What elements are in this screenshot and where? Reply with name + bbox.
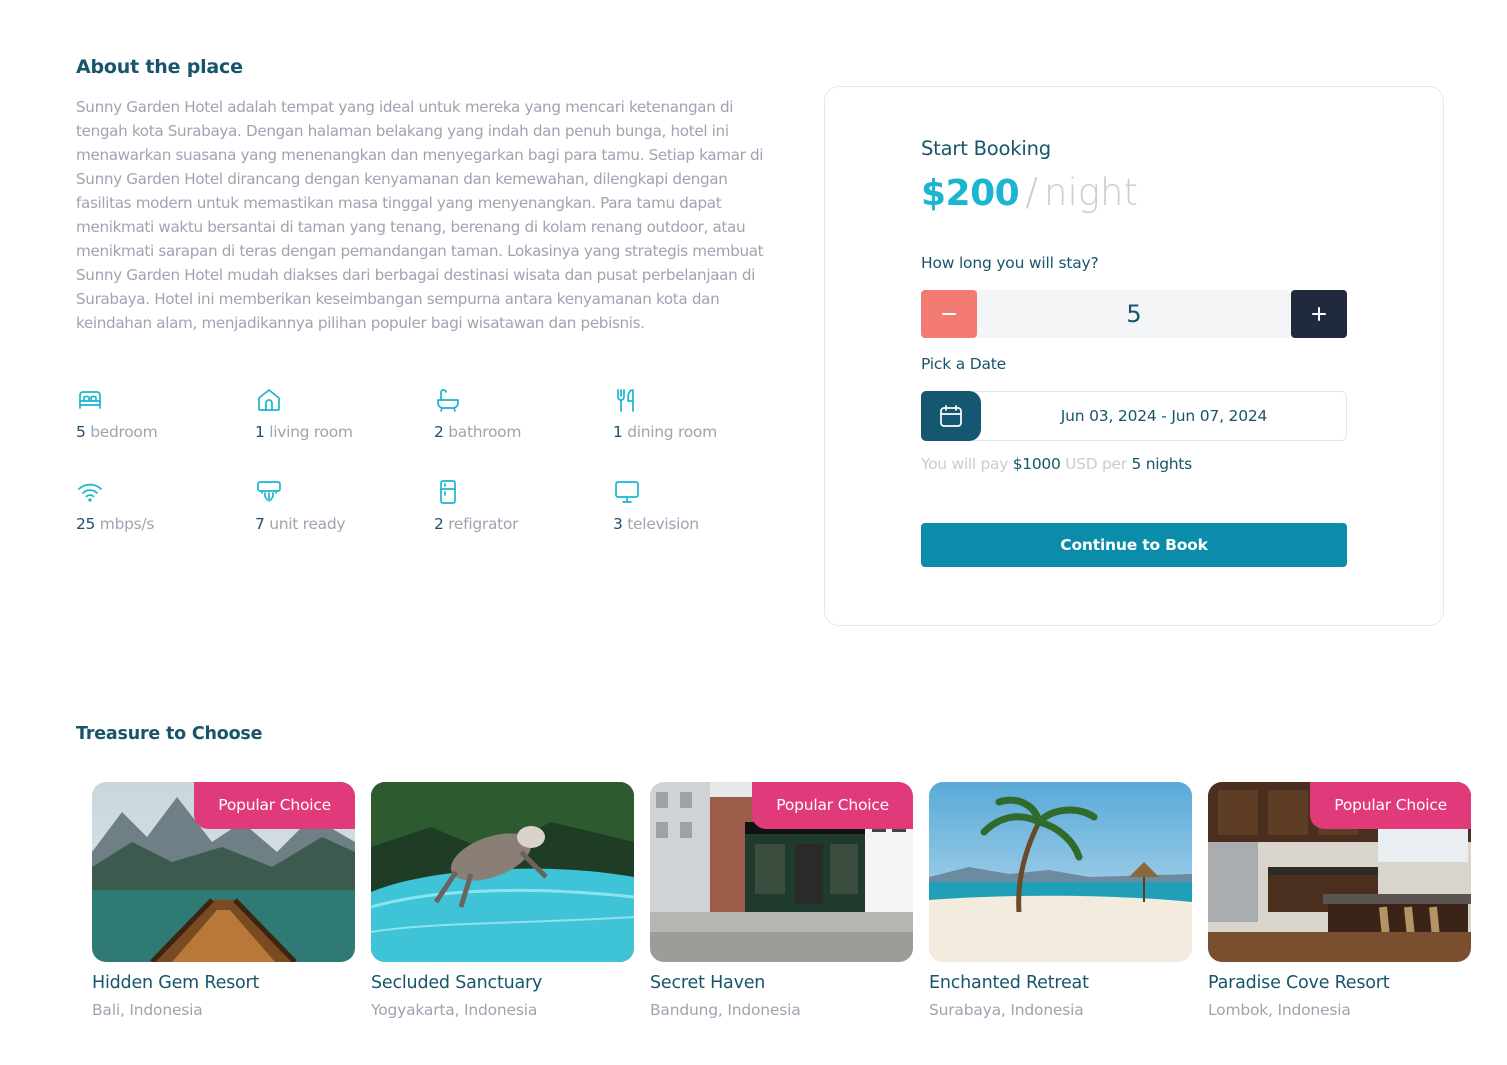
card-image[interactable]: Popular Choice	[1208, 782, 1471, 962]
treasure-title: Treasure to Choose	[76, 724, 263, 744]
feature-label: mbps/s	[99, 515, 155, 533]
feature-count: 3	[613, 515, 623, 533]
feature-label: unit ready	[269, 515, 346, 533]
feature-label: dining room	[627, 423, 717, 441]
feature-count: 1	[255, 423, 265, 441]
card-location: Bali, Indonesia	[92, 1001, 203, 1019]
plus-icon	[1312, 307, 1326, 321]
feature-count: 2	[434, 515, 444, 533]
treasure-card[interactable]: Enchanted Retreat Surabaya, Indonesia	[929, 782, 1192, 1019]
feature-refrigerator: 2 refigrator	[434, 478, 613, 540]
popular-choice-badge: Popular Choice	[194, 782, 355, 829]
card-name[interactable]: Paradise Cove Resort	[1208, 973, 1471, 993]
nights-stepper: 5	[921, 290, 1347, 338]
continue-to-book-button[interactable]: Continue to Book	[921, 523, 1347, 567]
feature-count: 5	[76, 423, 86, 441]
bed-icon	[76, 386, 104, 414]
utensils-icon	[613, 386, 641, 414]
features-grid: 5 bedroom 1 living room 2 bathroom 1 din…	[76, 386, 796, 540]
date-range-value[interactable]: Jun 03, 2024 - Jun 07, 2024	[982, 392, 1346, 440]
price-per-night: $200/night	[921, 170, 1348, 214]
booking-card: Start Booking $200/night How long you wi…	[824, 86, 1444, 626]
popular-choice-badge: Popular Choice	[752, 782, 913, 829]
feature-bathroom: 2 bathroom	[434, 386, 613, 448]
feature-wifi: 25 mbps/s	[76, 478, 255, 540]
wifi-icon	[76, 478, 104, 506]
feature-label: living room	[269, 423, 353, 441]
pay-nights: 5 nights	[1131, 455, 1193, 473]
feature-count: 25	[76, 515, 96, 533]
feature-label: television	[627, 515, 699, 533]
price-separator: /	[1025, 170, 1039, 214]
treasure-card[interactable]: Popular Choice Secret Haven Bandung, Ind…	[650, 782, 913, 1019]
payment-summary: You will pay $1000 USD per 5 nights	[921, 455, 1348, 473]
card-location: Surabaya, Indonesia	[929, 1001, 1084, 1019]
card-image[interactable]: Popular Choice	[650, 782, 913, 962]
nights-value[interactable]: 5	[977, 290, 1291, 338]
feature-bedroom: 5 bedroom	[76, 386, 255, 448]
card-location: Bandung, Indonesia	[650, 1001, 801, 1019]
stay-duration-label: How long you will stay?	[921, 254, 1099, 272]
home-icon	[255, 386, 283, 414]
television-icon	[613, 478, 641, 506]
pick-date-label: Pick a Date	[921, 355, 1007, 373]
feature-count: 1	[613, 423, 623, 441]
feature-count: 7	[255, 515, 265, 533]
calendar-button[interactable]	[921, 391, 981, 441]
feature-label: bedroom	[90, 423, 158, 441]
card-name[interactable]: Secluded Sanctuary	[371, 973, 634, 993]
minus-icon	[942, 313, 956, 315]
card-location: Lombok, Indonesia	[1208, 1001, 1351, 1019]
card-image[interactable]	[929, 782, 1192, 962]
about-title: About the place	[76, 56, 243, 78]
card-location: Yogyakarta, Indonesia	[371, 1001, 538, 1019]
pay-currency: USD per	[1065, 455, 1127, 473]
card-name[interactable]: Hidden Gem Resort	[92, 973, 355, 993]
feature-count: 2	[434, 423, 444, 441]
booking-title: Start Booking	[921, 137, 1051, 160]
card-image[interactable]: Popular Choice	[92, 782, 355, 962]
treasure-card[interactable]: Popular Choice Hidden Gem Resort Bali, I…	[92, 782, 355, 1019]
feature-air-conditioner: 7 unit ready	[255, 478, 434, 540]
about-description: Sunny Garden Hotel adalah tempat yang id…	[76, 98, 764, 332]
increase-nights-button[interactable]	[1291, 290, 1347, 338]
feature-label: bathroom	[448, 423, 522, 441]
about-section: About the place Sunny Garden Hotel adala…	[76, 56, 766, 335]
refrigerator-icon	[434, 478, 462, 506]
price-unit: night	[1044, 171, 1138, 214]
date-range-picker[interactable]: Jun 03, 2024 - Jun 07, 2024	[921, 391, 1347, 441]
popular-choice-badge: Popular Choice	[1310, 782, 1471, 829]
decrease-nights-button[interactable]	[921, 290, 977, 338]
card-image[interactable]	[371, 782, 634, 962]
treasure-card[interactable]: Popular Choice Paradise Cove Resort Lomb…	[1208, 782, 1471, 1019]
bathtub-icon	[434, 386, 462, 414]
feature-label: refigrator	[448, 515, 519, 533]
pay-prefix: You will pay	[921, 455, 1009, 473]
pay-amount: $1000	[1012, 455, 1061, 473]
calendar-icon	[940, 405, 962, 427]
feature-living-room: 1 living room	[255, 386, 434, 448]
card-name[interactable]: Secret Haven	[650, 973, 913, 993]
feature-television: 3 television	[613, 478, 792, 540]
card-name[interactable]: Enchanted Retreat	[929, 973, 1192, 993]
air-conditioner-icon	[255, 478, 283, 506]
feature-dining-room: 1 dining room	[613, 386, 792, 448]
price-amount: $200	[921, 173, 1020, 214]
treasure-card[interactable]: Secluded Sanctuary Yogyakarta, Indonesia	[371, 782, 634, 1019]
